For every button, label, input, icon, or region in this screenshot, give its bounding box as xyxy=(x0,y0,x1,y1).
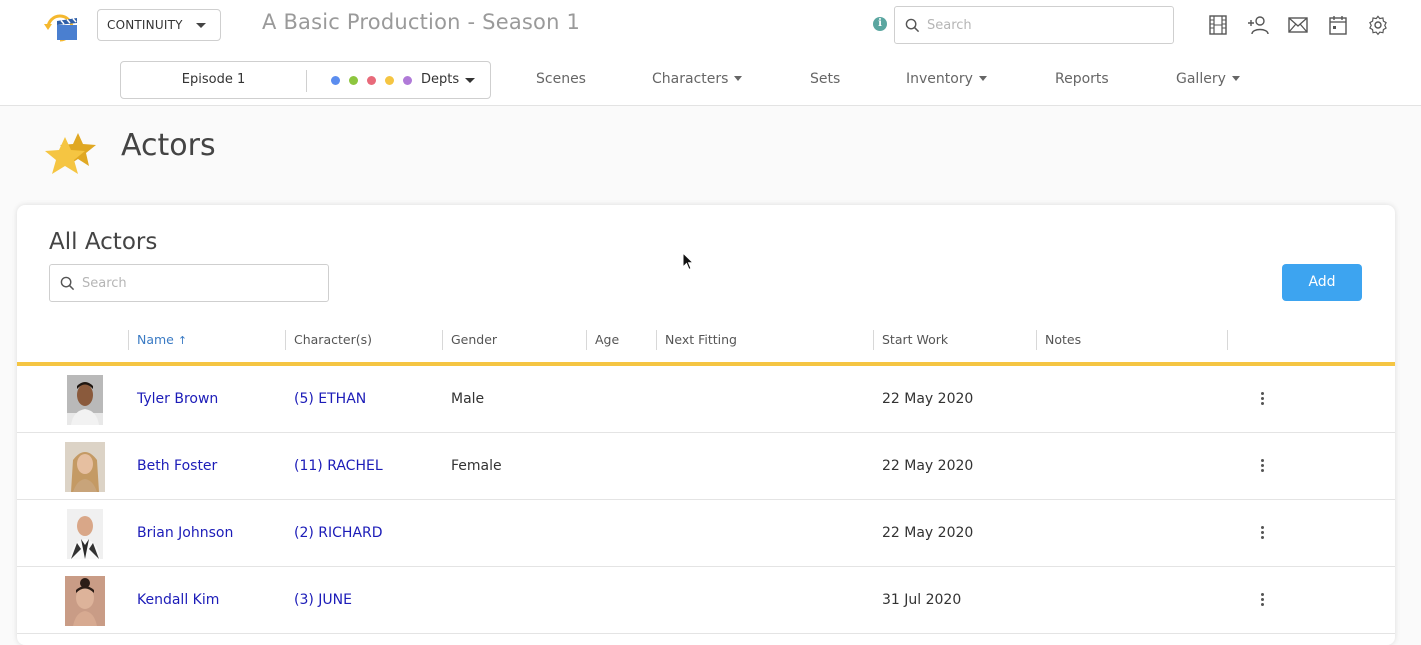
actors-search xyxy=(49,264,329,302)
start-work-cell: 31 Jul 2020 xyxy=(882,592,962,608)
app-logo-icon[interactable] xyxy=(40,8,80,44)
add-button[interactable]: Add xyxy=(1282,264,1362,301)
divider xyxy=(306,70,307,92)
table-header: Name ↑ Character(s) Gender Age Next Fitti… xyxy=(17,330,1395,366)
column-header-label: Age xyxy=(595,332,620,347)
chevron-down-icon xyxy=(978,76,987,81)
chevron-down-icon xyxy=(1231,76,1240,81)
table-row[interactable]: Brian Johnson (2) RICHARD 22 May 2020 xyxy=(17,500,1395,567)
actor-name-link[interactable]: Beth Foster xyxy=(137,433,217,499)
actor-name-link[interactable]: Kendall Kim xyxy=(137,567,219,633)
card-title: All Actors xyxy=(49,229,158,255)
episode-dept-selector: Episode 1 Depts xyxy=(120,61,491,99)
table-row[interactable]: Tyler Brown (5) ETHAN Male 22 May 2020 xyxy=(17,366,1395,433)
actors-search-input[interactable] xyxy=(82,265,312,301)
mode-select-label: CONTINUITY xyxy=(107,18,183,32)
header-icon-group xyxy=(1207,14,1389,36)
dept-dot xyxy=(403,76,412,85)
column-header-actions xyxy=(1227,330,1237,350)
nav-label: Sets xyxy=(810,71,841,87)
mail-icon[interactable] xyxy=(1287,14,1309,36)
film-icon[interactable] xyxy=(1207,14,1229,36)
add-user-icon[interactable] xyxy=(1247,14,1269,36)
column-header-name[interactable]: Name ↑ xyxy=(128,330,278,350)
nav-label: Inventory xyxy=(906,71,973,87)
global-search xyxy=(894,6,1174,44)
star-icon xyxy=(45,133,96,174)
character-link[interactable]: (3) JUNE xyxy=(294,567,352,633)
actor-name-link[interactable]: Brian Johnson xyxy=(137,500,233,566)
actors-card: All Actors Add Name↑ Character(s) Gender… xyxy=(17,205,1395,645)
column-header-start-work[interactable]: Start Work xyxy=(873,330,1028,350)
column-header-notes[interactable]: Notes xyxy=(1036,330,1226,350)
nav-scenes[interactable]: Scenes xyxy=(536,71,586,87)
dept-color-dots xyxy=(331,76,412,85)
chevron-down-icon xyxy=(196,23,206,28)
start-work-cell: 22 May 2020 xyxy=(882,525,974,541)
row-menu-icon[interactable] xyxy=(1255,390,1269,410)
column-header-age[interactable]: Age xyxy=(586,330,651,350)
row-menu-icon[interactable] xyxy=(1255,591,1269,611)
top-header: CONTINUITY A Basic Production - Season 1… xyxy=(0,0,1421,106)
actor-photo xyxy=(65,576,105,626)
actor-photo xyxy=(65,442,105,492)
mode-select[interactable]: CONTINUITY xyxy=(97,9,221,41)
production-title: A Basic Production - Season 1 xyxy=(262,10,581,34)
gender-cell: Female xyxy=(451,458,502,474)
column-header-characters[interactable]: Character(s) xyxy=(285,330,435,350)
chevron-down-icon xyxy=(465,78,475,83)
mouse-cursor-icon xyxy=(682,252,694,271)
table-row[interactable]: Kendall Kim (3) JUNE 31 Jul 2020 xyxy=(17,567,1395,634)
settings-icon[interactable] xyxy=(1367,14,1389,36)
nav-sets[interactable]: Sets xyxy=(810,71,840,87)
depts-dropdown[interactable]: Depts xyxy=(421,62,459,98)
column-header-next-fitting[interactable]: Next Fitting xyxy=(656,330,866,350)
dept-dot xyxy=(349,76,358,85)
nav-gallery[interactable]: Gallery xyxy=(1176,71,1240,87)
start-work-cell: 22 May 2020 xyxy=(882,458,974,474)
column-header-label: Start Work xyxy=(882,332,949,347)
global-search-input[interactable] xyxy=(927,7,1157,43)
dept-dot xyxy=(385,76,394,85)
character-link[interactable]: (5) ETHAN xyxy=(294,366,366,432)
actor-name-link[interactable]: Tyler Brown xyxy=(137,366,218,432)
column-header-label: Gender xyxy=(451,332,498,347)
nav-inventory[interactable]: Inventory xyxy=(906,71,987,87)
search-icon xyxy=(60,276,75,291)
page-title: Actors xyxy=(121,128,216,163)
calendar-icon[interactable] xyxy=(1327,14,1349,36)
info-icon[interactable]: i xyxy=(873,17,887,31)
actor-photo xyxy=(67,375,103,425)
chevron-down-icon xyxy=(734,76,743,81)
character-link[interactable]: (11) RACHEL xyxy=(294,433,383,499)
column-header-label: Next Fitting xyxy=(665,332,737,347)
search-icon xyxy=(905,18,920,33)
table-row[interactable]: Beth Foster (11) RACHEL Female 22 May 20… xyxy=(17,433,1395,500)
episode-select[interactable]: Episode 1 xyxy=(121,62,306,98)
column-header-label: Character(s) xyxy=(294,332,372,347)
column-header-label: Name xyxy=(137,332,174,347)
column-header-gender[interactable]: Gender xyxy=(442,330,582,350)
dept-dot xyxy=(367,76,376,85)
row-menu-icon[interactable] xyxy=(1255,457,1269,477)
nav-reports[interactable]: Reports xyxy=(1055,71,1109,87)
nav-label: Characters xyxy=(652,71,729,87)
nav-label: Scenes xyxy=(536,71,586,87)
dept-dot xyxy=(331,76,340,85)
actor-photo xyxy=(67,509,103,559)
nav-label: Gallery xyxy=(1176,71,1226,87)
gender-cell: Male xyxy=(451,391,485,407)
character-link[interactable]: (2) RICHARD xyxy=(294,500,383,566)
nav-label: Reports xyxy=(1055,71,1109,87)
column-header-label: Notes xyxy=(1045,332,1082,347)
nav-characters[interactable]: Characters xyxy=(652,71,743,87)
row-menu-icon[interactable] xyxy=(1255,524,1269,544)
sort-ascending-icon: ↑ xyxy=(177,334,188,347)
start-work-cell: 22 May 2020 xyxy=(882,391,974,407)
